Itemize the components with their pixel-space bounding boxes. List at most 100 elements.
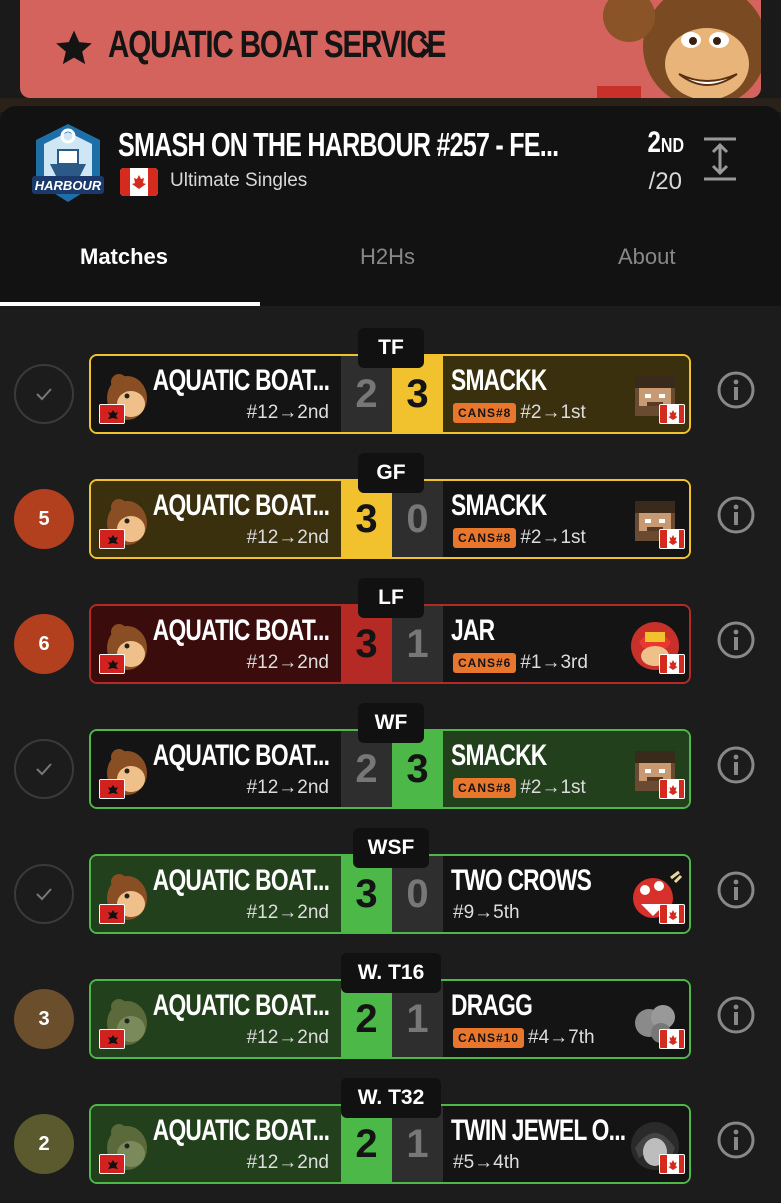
albania-flag-icon	[99, 529, 125, 549]
opponent-name: SMACKK	[451, 364, 547, 397]
opponent-seed: #9→5th	[453, 902, 520, 923]
info-icon[interactable]	[716, 370, 756, 410]
opponent-seed: CANS#8 #2→1st	[453, 402, 586, 424]
round-label: W. T32	[341, 1078, 441, 1118]
player-side: AQUATIC BOAT... #12→2nd	[91, 356, 341, 432]
canada-flag-icon	[659, 404, 685, 424]
donkey-kong-art	[597, 0, 761, 98]
player-name: AQUATIC BOAT...	[152, 489, 330, 522]
albania-flag-icon	[99, 1029, 125, 1049]
player-seed: #12→2nd	[246, 902, 329, 923]
placement-badge: 3	[14, 989, 74, 1049]
player-seed: #12→2nd	[246, 527, 329, 548]
check-icon	[14, 864, 74, 924]
cans-badge: CANS#10	[453, 1027, 525, 1048]
player-seed: #12→2nd	[246, 777, 329, 798]
event-game: Ultimate Singles	[170, 170, 308, 191]
canada-flag-icon	[120, 168, 158, 196]
player-name: AQUATIC BOAT...	[152, 1114, 330, 1147]
tab-h2hs[interactable]: H2Hs	[360, 244, 415, 270]
star-icon	[56, 30, 92, 65]
opponent-side: SMACKK CANS#8 #2→1st	[443, 481, 689, 557]
promo-banner[interactable]: AQUATIC BOAT SERVICE	[20, 0, 761, 98]
match-row[interactable]: AQUATIC BOAT... #12→2nd 2 3 SMACKK CANS#8 #2→1…	[0, 328, 781, 453]
tab-bar: Matches H2Hs About	[0, 230, 781, 306]
entrants-count: /20	[648, 168, 682, 195]
match-row[interactable]: AQUATIC BOAT... #12→2nd 3 0 TWO CROWS #9→5th W…	[0, 828, 781, 953]
canada-flag-icon	[659, 1029, 685, 1049]
albania-flag-icon	[99, 654, 125, 674]
info-icon[interactable]	[716, 995, 756, 1035]
player-side: AQUATIC BOAT... #12→2nd	[91, 1106, 341, 1182]
player-seed: #12→2nd	[246, 652, 329, 673]
opponent-side: SMACKK CANS#8 #2→1st	[443, 731, 689, 807]
player-side: AQUATIC BOAT... #12→2nd	[91, 856, 341, 932]
round-label: W. T16	[341, 953, 441, 993]
opponent-side: TWIN JEWEL O... #5→4th	[443, 1106, 689, 1182]
opponent-side: DRAGG CANS#10 #4→7th	[443, 981, 689, 1057]
opponent-name: SMACKK	[451, 739, 547, 772]
cans-badge: CANS#6	[453, 652, 517, 673]
opponent-side: JAR CANS#6 #1→3rd	[443, 606, 689, 682]
cans-badge: CANS#8	[453, 402, 517, 423]
check-icon	[14, 364, 74, 424]
player-side: AQUATIC BOAT... #12→2nd	[91, 981, 341, 1057]
albania-flag-icon	[99, 1154, 125, 1174]
tab-matches[interactable]: Matches	[80, 244, 168, 270]
tab-about[interactable]: About	[618, 244, 676, 270]
info-icon[interactable]	[716, 745, 756, 785]
player-side: AQUATIC BOAT... #12→2nd	[91, 481, 341, 557]
placement-badge: 5	[14, 489, 74, 549]
player-seed: #12→2nd	[246, 402, 329, 423]
canada-flag-icon	[659, 1154, 685, 1174]
round-label: GF	[358, 453, 424, 493]
opponent-name: TWO CROWS	[451, 864, 592, 897]
albania-flag-icon	[99, 779, 125, 799]
canada-flag-icon	[659, 529, 685, 549]
event-title: SMASH ON THE HARBOUR #257 - FE...	[118, 126, 559, 163]
opponent-name: DRAGG	[451, 989, 533, 1022]
info-icon[interactable]	[716, 620, 756, 660]
match-row[interactable]: 2 AQUATIC BOAT... #12→2nd 2 1 TWIN JEWEL O...…	[0, 1078, 781, 1203]
match-row[interactable]: 5 AQUATIC BOAT... #12→2nd 3 0 SMACKK CANS#8 #2→…	[0, 453, 781, 578]
match-row[interactable]: 6 AQUATIC BOAT... #12→2nd 3 1 JAR CANS#6 #1→3rd…	[0, 578, 781, 703]
opponent-seed: CANS#10 #4→7th	[453, 1027, 595, 1049]
placement-badge: 6	[14, 614, 74, 674]
round-label: WF	[358, 703, 424, 743]
placement-badge: 2	[14, 1114, 74, 1174]
canada-flag-icon	[659, 904, 685, 924]
chevron-right-icon	[419, 37, 433, 59]
match-row[interactable]: 3 AQUATIC BOAT... #12→2nd 2 1 DRAGG CANS#10 #4→…	[0, 953, 781, 1078]
player-side: AQUATIC BOAT... #12→2nd	[91, 731, 341, 807]
harbour-logo: HARBOUR	[32, 124, 104, 202]
player-seed: #12→2nd	[246, 1027, 329, 1048]
opponent-name: SMACKK	[451, 489, 547, 522]
placement: 2ND	[647, 126, 684, 159]
match-list: AQUATIC BOAT... #12→2nd 2 3 SMACKK CANS#8 #2→1…	[0, 306, 781, 1200]
round-label: LF	[358, 578, 424, 618]
canada-flag-icon	[659, 779, 685, 799]
check-icon	[14, 739, 74, 799]
player-name: AQUATIC BOAT...	[152, 614, 330, 647]
opponent-seed: CANS#8 #2→1st	[453, 777, 586, 799]
opponent-side: TWO CROWS #9→5th	[443, 856, 689, 932]
event-header: HARBOUR SMASH ON THE HARBOUR #257 - FE..…	[0, 106, 781, 306]
expand-icon[interactable]	[700, 136, 740, 182]
player-seed: #12→2nd	[246, 1152, 329, 1173]
albania-flag-icon	[99, 904, 125, 924]
info-icon[interactable]	[716, 1120, 756, 1160]
opponent-seed: CANS#6 #1→3rd	[453, 652, 588, 674]
cans-badge: CANS#8	[453, 527, 517, 548]
player-name: AQUATIC BOAT...	[152, 864, 330, 897]
player-side: AQUATIC BOAT... #12→2nd	[91, 606, 341, 682]
cans-badge: CANS#8	[453, 777, 517, 798]
svg-text:HARBOUR: HARBOUR	[35, 178, 102, 193]
round-label: TF	[358, 328, 424, 368]
opponent-side: SMACKK CANS#8 #2→1st	[443, 356, 689, 432]
player-name: AQUATIC BOAT...	[152, 989, 330, 1022]
info-icon[interactable]	[716, 870, 756, 910]
albania-flag-icon	[99, 404, 125, 424]
player-name: AQUATIC BOAT...	[152, 739, 330, 772]
info-icon[interactable]	[716, 495, 756, 535]
match-row[interactable]: AQUATIC BOAT... #12→2nd 2 3 SMACKK CANS#8 #2→1…	[0, 703, 781, 828]
